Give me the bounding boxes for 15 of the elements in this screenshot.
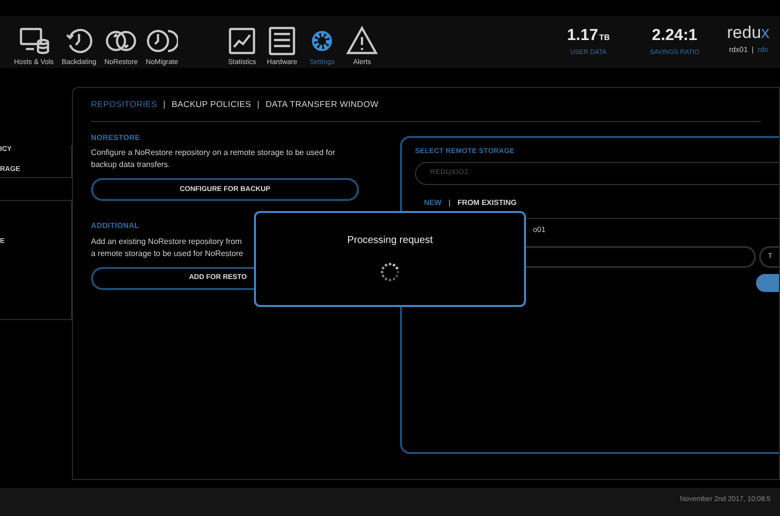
dialog-message: Processing request [347, 234, 433, 248]
tab-separator: | [257, 98, 260, 111]
section-description: Add an existing NoRestore repository from [91, 236, 242, 248]
tab[interactable]: BACKUP POLICIES [172, 98, 252, 111]
brand-logo: redux [727, 24, 770, 41]
spinner-icon [380, 262, 400, 282]
alert-icon [346, 24, 378, 56]
stat-value: 2.24:1 [652, 28, 698, 44]
tab[interactable]: REPOSITORIES [91, 98, 158, 111]
tab[interactable]: DATA TRANSFER WINDOW [266, 98, 378, 111]
stat-value: 1.17 [567, 28, 598, 44]
section-description: Configure a NoRestore repository on a remote storage to be used for backup data transfers. [91, 147, 336, 172]
tab-separator: | [163, 98, 166, 111]
stat-unit: TB [599, 32, 610, 44]
section-description: a remote storage to be used for NoRestore [91, 248, 244, 260]
